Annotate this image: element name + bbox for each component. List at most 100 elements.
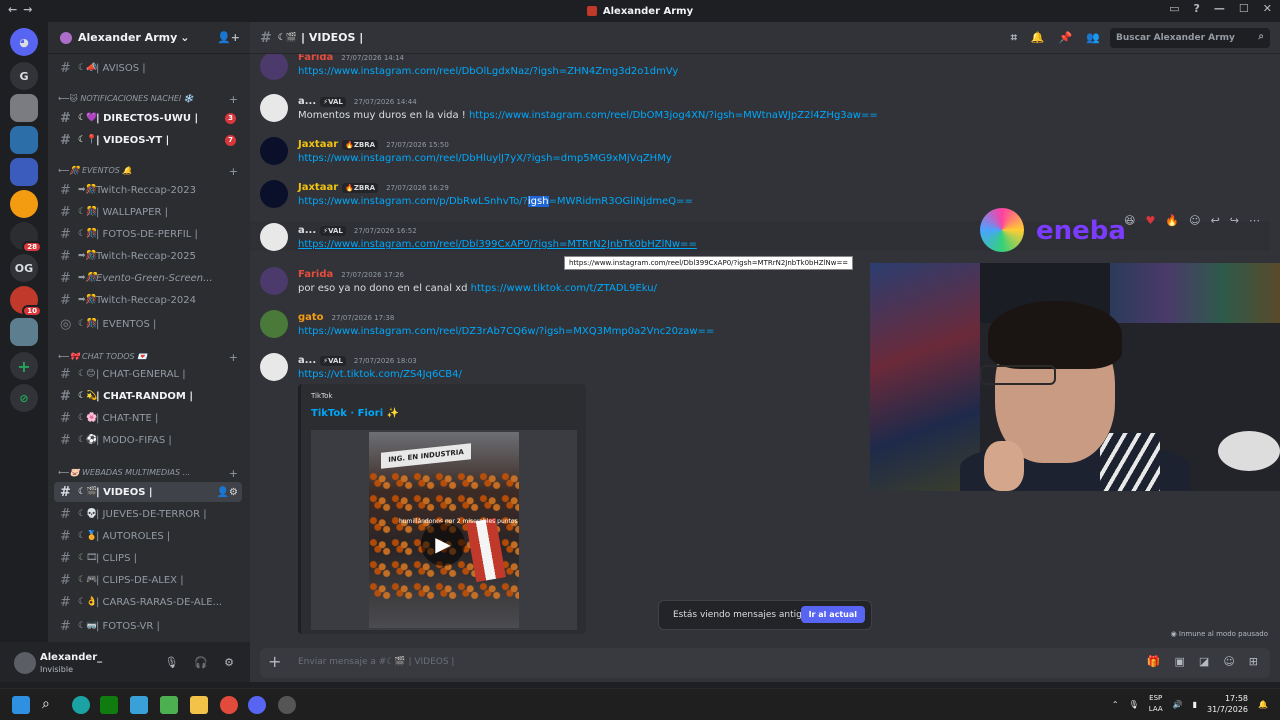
inbox-icon[interactable]: ▭: [1169, 2, 1179, 15]
channel-settings-icons[interactable]: 👤⚙: [217, 487, 238, 498]
add-channel-icon[interactable]: +: [229, 165, 238, 178]
channel-modo-fifas[interactable]: # ☾⚽ | MODO-FIFAS |: [54, 430, 242, 450]
avatar[interactable]: [260, 94, 288, 122]
avatar[interactable]: [260, 267, 288, 295]
channel-videos-yt[interactable]: # ☾📍 | VIDEOS-YT | 7: [54, 130, 242, 150]
discord-taskbar-icon[interactable]: [248, 696, 266, 714]
play-icon[interactable]: ▶: [421, 522, 465, 566]
emoji-icon[interactable]: ☺: [1223, 655, 1234, 668]
language-indicator[interactable]: ESP LAA: [1149, 693, 1163, 715]
apps-icon[interactable]: ⊞: [1249, 655, 1258, 668]
server-avatar[interactable]: 28: [10, 222, 42, 253]
pin-icon[interactable]: 📌: [1059, 31, 1073, 45]
channel-caras-raras[interactable]: # ☾👌 | CARAS-RARAS-DE-ALE...: [54, 592, 242, 612]
chevron-up-icon[interactable]: ⌃: [1112, 700, 1119, 709]
discord-home-icon[interactable]: ◕: [10, 28, 38, 56]
channel-clips-alex[interactable]: # ☾🎮 | CLIPS-DE-ALEX |: [54, 570, 242, 590]
message-link[interactable]: https://www.instagram.com/p/DbRwLSnhvTo/…: [298, 196, 693, 207]
xbox-icon[interactable]: [100, 696, 118, 714]
microphone-icon[interactable]: 🎙: [1129, 700, 1139, 709]
avatar[interactable]: [14, 652, 36, 674]
avatar[interactable]: [260, 52, 288, 80]
avatar[interactable]: [260, 353, 288, 381]
forward-icon[interactable]: ↪: [1230, 214, 1239, 227]
app-icon[interactable]: [278, 696, 296, 714]
message-author[interactable]: gato: [298, 312, 324, 323]
channel-twitch-2025[interactable]: # ➡🎊 Twitch-Reccap-2025: [54, 246, 242, 266]
threads-icon[interactable]: ⌗: [1011, 31, 1017, 45]
battery-icon[interactable]: ▮: [1193, 700, 1197, 709]
channel-clips[interactable]: # ☾🎞 | CLIPS |: [54, 548, 242, 568]
message-author[interactable]: a...: [298, 96, 316, 107]
avatar[interactable]: [260, 137, 288, 165]
bell-icon[interactable]: 🔔: [1031, 31, 1045, 45]
message-link[interactable]: https://www.instagram.com/reel/DZ3rAb7CQ…: [298, 326, 714, 337]
message-composer[interactable]: + Enviar mensaje a #☾🎬 | VIDEOS | 🎁 ▣ ◪ …: [260, 648, 1270, 678]
nav-arrows[interactable]: ←→: [8, 3, 38, 16]
server-avatar[interactable]: [10, 126, 38, 154]
channel-fotos-vr[interactable]: # ☾🥽 | FOTOS-VR |: [54, 616, 242, 636]
channel-avisos[interactable]: # ☾📣 | AVISOS |: [54, 58, 242, 78]
category-eventos[interactable]: ⟵🎊 EVENTOS 🔔 +: [58, 165, 242, 178]
server-avatar[interactable]: [10, 94, 38, 122]
channel-directos[interactable]: # ☾💜 | DIRECTOS-UWU | 3: [54, 108, 242, 128]
video-thumbnail[interactable]: ING. EN INDUSTRIA humillándonos por 2 mi…: [311, 430, 577, 630]
server-avatar[interactable]: [10, 158, 38, 186]
minimize-button[interactable]: —: [1214, 2, 1225, 15]
message-link[interactable]: https://www.instagram.com/reel/DbOlLgdxN…: [298, 66, 678, 77]
channel-wallpaper[interactable]: # ☾🎊 | WALLPAPER |: [54, 202, 242, 222]
gear-icon[interactable]: ⚙: [224, 656, 234, 669]
jump-to-present-button[interactable]: Ir al actual: [800, 606, 865, 623]
maximize-button[interactable]: ☐: [1239, 2, 1249, 15]
message-link[interactable]: https://vt.tiktok.com/ZS4Jq6CB4/: [298, 369, 462, 380]
channel-fotos-perfil[interactable]: # ☾🎊 | FOTOS-DE-PERFIL |: [54, 224, 242, 244]
message-author[interactable]: Farida: [298, 269, 333, 280]
app-icon[interactable]: [130, 696, 148, 714]
server-avatar[interactable]: [10, 190, 38, 218]
channel-autoroles[interactable]: # ☾🏅 | AUTOROLES |: [54, 526, 242, 546]
message-author[interactable]: a...: [298, 225, 316, 236]
reply-icon[interactable]: ↩: [1211, 214, 1220, 227]
folder-icon[interactable]: [190, 696, 208, 714]
add-channel-icon[interactable]: +: [229, 93, 238, 106]
message-author[interactable]: Jaxtaar: [298, 139, 338, 150]
message-link[interactable]: https://www.instagram.com/reel/DbHluylJ7…: [298, 153, 672, 164]
headphones-icon[interactable]: 🎧: [194, 656, 208, 669]
invite-icon[interactable]: 👤+: [217, 31, 240, 44]
avatar[interactable]: [260, 180, 288, 208]
microphone-icon[interactable]: 🎙: [164, 656, 178, 669]
search-icon[interactable]: ⌕: [42, 696, 60, 714]
channel-evento-green[interactable]: # ➡🎊 Evento-Green-Screen...: [54, 268, 242, 288]
embed-title[interactable]: TikTok · Fiori ✨: [311, 408, 399, 419]
channel-twitch-2024[interactable]: # ➡🎊 Twitch-Reccap-2024: [54, 290, 242, 310]
add-channel-icon[interactable]: +: [229, 467, 238, 480]
add-server-icon[interactable]: +: [10, 352, 38, 380]
server-og[interactable]: OG: [10, 254, 38, 282]
channel-jueves-terror[interactable]: # ☾💀 | JUEVES-DE-TERROR |: [54, 504, 242, 524]
help-icon[interactable]: ?: [1194, 2, 1200, 15]
server-avatar[interactable]: [10, 318, 38, 346]
edge-icon[interactable]: [72, 696, 90, 714]
avatar[interactable]: [260, 310, 288, 338]
message-link[interactable]: https://www.instagram.com/reel/DbOM3jog4…: [469, 110, 878, 121]
message-author[interactable]: Jaxtaar: [298, 182, 338, 193]
members-icon[interactable]: 👥: [1086, 31, 1100, 45]
message-link[interactable]: https://www.instagram.com/reel/Dbl399CxA…: [298, 239, 697, 250]
gift-icon[interactable]: 🎁: [1147, 655, 1161, 668]
add-reaction-icon[interactable]: ☺: [1189, 214, 1200, 227]
avatar[interactable]: [260, 223, 288, 251]
notification-icon[interactable]: 🔔: [1258, 700, 1268, 709]
category-webadas[interactable]: ⟵🐷 WEBADAS MULTIMEDIAS ... +: [58, 467, 242, 480]
search-input[interactable]: Buscar Alexander Army ⌕: [1110, 28, 1270, 48]
channel-twitch-2023[interactable]: # ➡🎊 Twitch-Reccap-2023: [54, 180, 242, 200]
server-avatar[interactable]: 10: [10, 286, 42, 317]
server-g[interactable]: G: [10, 62, 38, 90]
channel-videos[interactable]: # ☾🎬 | VIDEOS | 👤⚙: [54, 482, 242, 502]
clock[interactable]: 17:58 31/7/2026: [1207, 693, 1248, 715]
close-button[interactable]: ✕: [1263, 2, 1272, 15]
windows-start-icon[interactable]: [12, 696, 30, 714]
channel-chat-random[interactable]: # ☾💫 | CHAT-RANDOM |: [54, 386, 242, 406]
fire-icon[interactable]: 🔥: [1165, 214, 1179, 227]
category-notificaciones[interactable]: ⟵🐱 NOTIFICACIONES NACHEI ❄️ +: [58, 93, 242, 106]
sticker-icon[interactable]: ◪: [1199, 655, 1209, 668]
